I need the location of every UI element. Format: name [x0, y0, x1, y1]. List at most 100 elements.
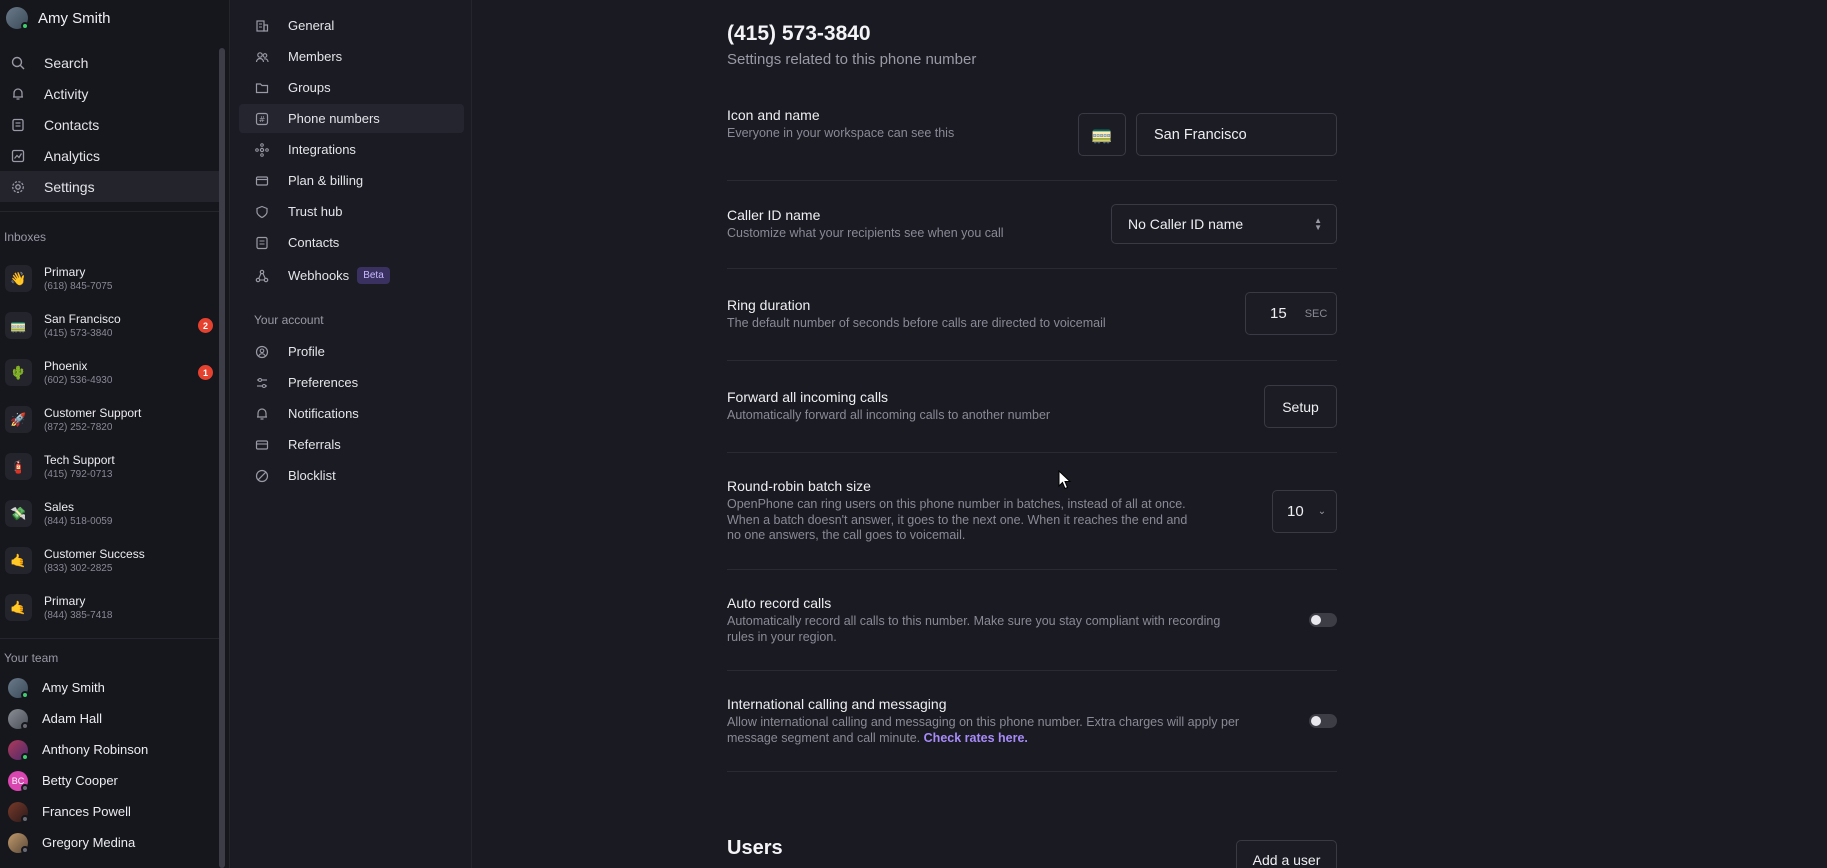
settings-nav-groups-label: Groups — [288, 80, 331, 95]
settings-nav-blocklist[interactable]: Blocklist — [239, 461, 464, 490]
setting-description: Automatically forward all incoming calls… — [727, 408, 1051, 422]
inbox-phone: (415) 792-0713 — [44, 468, 113, 480]
inbox-phone: (844) 385-7418 — [44, 609, 113, 621]
inbox-name: San Francisco — [44, 311, 121, 326]
settings-nav: General Members Groups # Phone numbers I… — [231, 0, 472, 868]
team-member[interactable]: Frances Powell — [0, 796, 220, 827]
select-arrows-icon: ▲ ▼ — [1314, 216, 1322, 232]
inbox-name: Sales — [44, 499, 75, 514]
team-member[interactable]: Gregory Medina — [0, 827, 220, 858]
settings-nav-phone-numbers[interactable]: # Phone numbers — [239, 104, 464, 133]
settings-nav-general[interactable]: General — [239, 11, 464, 40]
sidebar-scrollbar-thumb[interactable] — [219, 48, 225, 868]
row-divider — [727, 180, 1337, 181]
inbox-item[interactable]: 🚀 Customer Support (872) 252-7820 — [0, 396, 220, 443]
auto-record-setting: Auto record calls Automatically record a… — [727, 594, 1337, 645]
team-member[interactable]: BC Betty Cooper — [0, 765, 220, 796]
setting-title: Round-robin batch size — [727, 478, 871, 494]
inbox-name: Primary — [44, 264, 86, 279]
gift-card-icon — [254, 437, 270, 453]
inbox-item[interactable]: 💸 Sales (844) 518-0059 — [0, 490, 220, 537]
webhook-icon — [254, 268, 270, 284]
inbox-emoji-icon: 👋 — [5, 265, 32, 292]
check-rates-link[interactable]: Check rates here. — [924, 731, 1028, 745]
contacts-book-icon — [254, 235, 270, 251]
settings-nav-trust-hub[interactable]: Trust hub — [239, 197, 464, 226]
nav-activity[interactable]: Activity — [0, 78, 220, 109]
unread-badge: 2 — [198, 318, 213, 333]
sidebar-divider — [0, 211, 220, 212]
forward-setup-button[interactable]: Setup — [1264, 385, 1337, 428]
settings-nav-members[interactable]: Members — [239, 42, 464, 71]
settings-nav-integrations-label: Integrations — [288, 142, 356, 157]
team-list: Amy Smith Adam Hall Anthony Robinson BC … — [0, 672, 220, 858]
setting-description: Automatically record all calls to this n… — [727, 614, 1337, 645]
settings-nav-contacts[interactable]: Contacts — [239, 228, 464, 257]
contacts-book-icon — [10, 117, 26, 133]
settings-nav-webhooks[interactable]: Webhooks Beta — [239, 261, 464, 290]
team-member[interactable]: Anthony Robinson — [0, 734, 220, 765]
avatar — [8, 708, 29, 730]
mouse-cursor-icon — [1058, 470, 1072, 490]
settings-nav-profile[interactable]: Profile — [239, 337, 464, 366]
settings-nav-referrals[interactable]: Referrals — [239, 430, 464, 459]
nav-contacts[interactable]: Contacts — [0, 109, 220, 140]
nav-settings-label: Settings — [44, 178, 95, 195]
inbox-phone: (872) 252-7820 — [44, 421, 113, 433]
inbox-item[interactable]: 🤙 Primary (844) 385-7418 — [0, 584, 220, 631]
inbox-name-input[interactable]: San Francisco — [1136, 113, 1337, 156]
members-icon — [254, 49, 270, 65]
ring-duration-unit: SEC — [1304, 307, 1328, 320]
block-icon — [254, 468, 270, 484]
online-indicator — [21, 690, 29, 699]
main-nav: Search Activity Contacts Analytics Setti… — [0, 47, 220, 202]
inbox-emoji-icon: 🧯 — [5, 453, 32, 480]
inbox-item[interactable]: 👋 Primary (618) 845-7075 — [0, 255, 220, 302]
offline-indicator — [21, 814, 29, 823]
inbox-item[interactable]: 🌵 Phoenix (602) 536-4930 1 — [0, 349, 220, 396]
add-user-button[interactable]: Add a user — [1236, 840, 1337, 868]
batch-size-select[interactable]: 10 ⌄ — [1272, 490, 1337, 533]
settings-nav-preferences-label: Preferences — [288, 375, 359, 390]
analytics-icon — [10, 148, 26, 164]
offline-indicator — [21, 845, 29, 854]
international-toggle[interactable] — [1309, 714, 1337, 728]
settings-nav-groups[interactable]: Groups — [239, 73, 464, 102]
inbox-item[interactable]: 🚃 San Francisco (415) 573-3840 2 — [0, 302, 220, 349]
inbox-name: Tech Support — [44, 452, 115, 467]
settings-nav-general-label: General — [288, 18, 335, 33]
setting-description-line: OpenPhone can ring users on this phone n… — [727, 497, 1186, 511]
auto-record-toggle[interactable] — [1309, 613, 1337, 627]
settings-nav-integrations[interactable]: Integrations — [239, 135, 464, 164]
inbox-item[interactable]: 🧯 Tech Support (415) 792-0713 — [0, 443, 220, 490]
batch-size-value: 10 — [1287, 503, 1304, 520]
inbox-emoji-icon: 🤙 — [5, 547, 32, 574]
inbox-icon-picker[interactable]: 🚃 — [1078, 113, 1126, 156]
sidebar-scrollbar[interactable] — [219, 48, 225, 868]
inbox-emoji-icon: 🚀 — [5, 406, 32, 433]
chevron-down-icon: ⌄ — [1317, 506, 1327, 517]
your-account-heading: Your account — [254, 313, 324, 327]
caller-id-select[interactable]: No Caller ID name ▲ ▼ — [1111, 204, 1337, 244]
settings-nav-plan-billing[interactable]: Plan & billing — [239, 166, 464, 195]
nav-settings[interactable]: Settings — [0, 171, 220, 202]
member-name: Adam Hall — [42, 711, 102, 726]
sliders-icon — [254, 375, 270, 391]
avatar — [8, 677, 29, 699]
ring-duration-input[interactable]: 15 SEC — [1245, 292, 1337, 335]
online-indicator — [21, 22, 29, 30]
round-robin-setting: Round-robin batch size OpenPhone can rin… — [727, 477, 1337, 544]
bell-icon — [10, 86, 26, 102]
nav-search[interactable]: Search — [0, 47, 220, 78]
inbox-item[interactable]: 🤙 Customer Success (833) 302-2825 — [0, 537, 220, 584]
inboxes-heading: Inboxes — [4, 230, 47, 244]
nav-analytics[interactable]: Analytics — [0, 140, 220, 171]
team-member[interactable]: Adam Hall — [0, 703, 220, 734]
current-user[interactable]: Amy Smith — [0, 0, 220, 36]
settings-nav-preferences[interactable]: Preferences — [239, 368, 464, 397]
row-divider — [727, 569, 1337, 570]
integrations-icon — [254, 142, 270, 158]
settings-nav-notifications[interactable]: Notifications — [239, 399, 464, 428]
team-member[interactable]: Amy Smith — [0, 672, 220, 703]
profile-icon — [254, 344, 270, 360]
